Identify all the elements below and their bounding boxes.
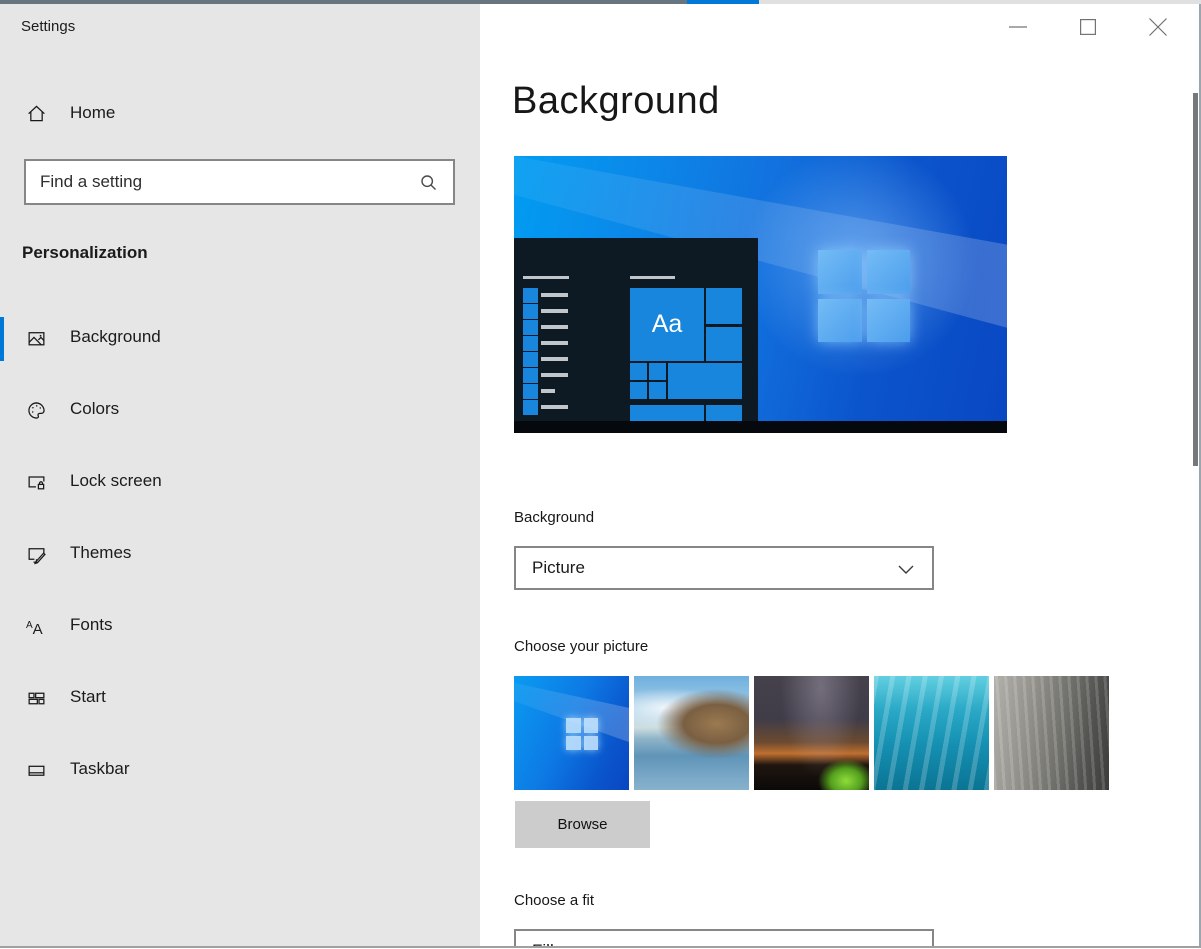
background-dropdown-label: Background xyxy=(514,509,594,526)
choose-fit-label: Choose a fit xyxy=(514,892,594,909)
choose-picture-label: Choose your picture xyxy=(514,638,648,655)
window-bottom-border xyxy=(0,946,1201,948)
palette-icon xyxy=(26,400,47,421)
chevron-down-icon xyxy=(898,565,914,574)
browse-button[interactable]: Browse xyxy=(515,801,650,848)
themes-icon xyxy=(26,544,47,565)
lock-screen-icon xyxy=(26,472,47,493)
thumbnail-beach-rocks[interactable] xyxy=(634,676,749,790)
thumbnail-underwater[interactable] xyxy=(874,676,989,790)
settings-window: Settings Home Personalization xyxy=(0,0,1201,949)
dropdown-value: Picture xyxy=(532,558,585,578)
sidebar-item-lock-screen[interactable]: Lock screen xyxy=(0,461,480,505)
vertical-scrollbar[interactable] xyxy=(1193,93,1198,466)
start-tiles-icon xyxy=(26,688,47,709)
sidebar-item-fonts[interactable]: AA Fonts xyxy=(0,605,480,649)
section-header-personalization: Personalization xyxy=(22,243,148,263)
maximize-button[interactable] xyxy=(1065,10,1111,44)
start-menu-preview: Aa xyxy=(514,238,758,421)
sidebar-item-label: Colors xyxy=(70,399,119,419)
sidebar-item-label: Background xyxy=(70,327,161,347)
sidebar-item-background[interactable]: Background xyxy=(0,317,480,361)
close-button[interactable] xyxy=(1135,10,1181,44)
fonts-icon: AA xyxy=(26,616,43,640)
sidebar-item-taskbar[interactable]: Taskbar xyxy=(0,749,480,793)
sidebar-item-start[interactable]: Start xyxy=(0,677,480,721)
thumbnail-windows-default[interactable] xyxy=(514,676,629,790)
sidebar-item-label: Lock screen xyxy=(70,471,162,491)
app-title: Settings xyxy=(21,18,75,35)
main-content: Background Aa xyxy=(480,4,1199,946)
windows-logo xyxy=(818,250,910,342)
sidebar-item-label: Themes xyxy=(70,543,131,563)
selected-indicator xyxy=(0,317,4,361)
sidebar-item-home[interactable]: Home xyxy=(0,93,480,137)
windows-logo-small xyxy=(566,718,598,750)
sidebar-item-label: Fonts xyxy=(70,615,113,635)
sidebar: Settings Home Personalization xyxy=(0,4,480,946)
thumbnail-night-tent[interactable] xyxy=(754,676,869,790)
sidebar-item-label: Taskbar xyxy=(70,759,130,779)
background-type-dropdown[interactable]: Picture xyxy=(514,546,934,590)
sidebar-item-colors[interactable]: Colors xyxy=(0,389,480,433)
sidebar-item-themes[interactable]: Themes xyxy=(0,533,480,577)
page-title: Background xyxy=(512,80,720,123)
background-image-icon xyxy=(26,328,47,349)
aa-tile: Aa xyxy=(630,288,704,361)
fit-dropdown[interactable]: Fill xyxy=(514,929,934,946)
home-icon xyxy=(26,103,47,124)
minimize-button[interactable] xyxy=(995,10,1041,44)
taskbar-preview xyxy=(514,421,1007,433)
search-icon[interactable] xyxy=(419,173,439,193)
search-box[interactable] xyxy=(24,159,455,205)
sidebar-item-label: Home xyxy=(70,103,115,123)
desktop-preview-image: Aa xyxy=(514,156,1007,433)
taskbar-icon xyxy=(26,760,47,781)
search-input[interactable] xyxy=(26,161,453,203)
thumbnail-rock-cliff[interactable] xyxy=(994,676,1109,790)
sidebar-item-label: Start xyxy=(70,687,106,707)
